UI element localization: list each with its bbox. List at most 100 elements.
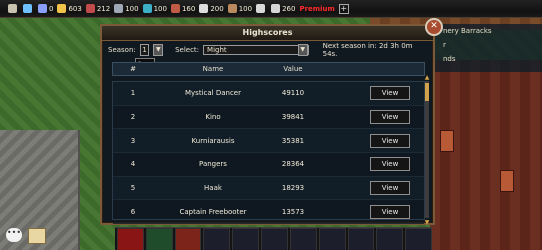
- season-label: Season:: [108, 46, 136, 54]
- resource-shield: 260: [271, 4, 295, 13]
- lightning-icon: [23, 4, 32, 13]
- resource-pick: 100: [114, 4, 139, 13]
- row-name: Mystical Dancer: [185, 89, 241, 98]
- table-row: 6 Captain Freebooter 13573 View: [113, 200, 424, 225]
- close-button[interactable]: ✕: [425, 18, 443, 36]
- x-icon: [256, 4, 266, 13]
- season-dropdown-button[interactable]: ▼: [153, 44, 164, 56]
- row-rank: 4: [130, 160, 136, 169]
- flask-icon: [38, 4, 47, 13]
- note-icon[interactable]: [28, 228, 46, 244]
- view-button[interactable]: View: [370, 133, 410, 148]
- header-value: Value: [283, 65, 303, 73]
- table-row: 5 Haak 18293 View: [113, 176, 424, 201]
- resource-value: 160: [181, 4, 196, 13]
- row-value: 49110: [281, 89, 305, 98]
- resource-value: 0: [49, 4, 54, 13]
- pick-icon: [114, 4, 124, 13]
- dialog-title: Highscores: [102, 26, 433, 41]
- book-icon: [227, 4, 237, 13]
- toolbar-slot[interactable]: [232, 228, 260, 250]
- resource-lightning: [23, 4, 34, 13]
- resource-sword: [8, 4, 19, 13]
- scroll-up-icon[interactable]: ▲: [423, 74, 431, 81]
- row-value: 35381: [281, 136, 305, 145]
- row-value: 39841: [281, 113, 305, 122]
- resource-value: 603: [68, 4, 82, 13]
- next-season-text: Next season in: 2d 3h 0m 54s.: [322, 42, 413, 58]
- view-button[interactable]: View: [370, 204, 410, 219]
- row-value: 28364: [281, 160, 305, 169]
- header-name: Name: [202, 65, 224, 73]
- highscores-dialog: Highscores ✕ Season: 1 ▼ Select: Might ▼…: [100, 18, 443, 226]
- wood-building-right: [430, 60, 542, 250]
- premium-link[interactable]: Premium: [299, 5, 334, 13]
- resource-flask: 0: [38, 4, 53, 13]
- resource-fist: 212: [85, 4, 111, 13]
- view-button[interactable]: View: [370, 157, 410, 172]
- toolbar-slot[interactable]: [203, 228, 231, 250]
- scroll-thumb[interactable]: [425, 83, 429, 101]
- view-button[interactable]: View: [370, 86, 410, 101]
- toolbar-slot[interactable]: [376, 228, 404, 250]
- resource-value: 212: [96, 4, 111, 13]
- row-rank: 1: [130, 89, 136, 98]
- table-row: 3 Kurniarausis 35381 View: [113, 129, 424, 154]
- side-item: r: [443, 41, 446, 49]
- toolbar-slot[interactable]: [117, 228, 144, 250]
- sword-icon: [8, 4, 17, 13]
- game-scene: 0 603 212 100 100 160 200 100 260 Premiu…: [0, 0, 542, 250]
- toolbar-slot[interactable]: [405, 228, 432, 250]
- row-rank: 2: [130, 113, 136, 122]
- shield-icon: [271, 4, 281, 13]
- toolbar-slot[interactable]: [174, 228, 202, 250]
- toolbar-slot[interactable]: [145, 228, 173, 250]
- card-icon: [199, 4, 209, 13]
- row-name: Pangers: [199, 160, 227, 169]
- resource-value: 100: [153, 4, 167, 13]
- row-rank: 6: [130, 207, 136, 216]
- side-item: nds: [443, 55, 456, 63]
- toolbar-slot[interactable]: [289, 228, 317, 250]
- row-value: 18293: [281, 184, 305, 193]
- view-button[interactable]: View: [370, 181, 410, 196]
- resource-value: 100: [238, 4, 253, 13]
- resource-x: [256, 4, 267, 13]
- resource-value: 260: [282, 4, 296, 13]
- chat-icon[interactable]: •••: [6, 228, 22, 242]
- table-header: # Name Value: [112, 62, 425, 76]
- table-row: 1 Mystical Dancer 49110 View: [113, 82, 424, 106]
- toolbar-slot[interactable]: [261, 228, 288, 250]
- trident-icon: [142, 4, 152, 13]
- resource-value: 200: [210, 4, 224, 13]
- header-rank: #: [130, 65, 136, 73]
- toolbar-slot[interactable]: [347, 228, 375, 250]
- category-select[interactable]: Might ▼: [203, 44, 309, 56]
- scroll-down-icon[interactable]: ▼: [423, 219, 431, 226]
- resource-book: 100: [227, 4, 253, 13]
- window: [500, 170, 514, 192]
- resource-trident: 100: [142, 4, 167, 13]
- resource-value: 100: [125, 4, 139, 13]
- row-name: Captain Freebooter: [179, 207, 247, 216]
- premium-plus-button[interactable]: +: [338, 3, 349, 14]
- resource-card: 200: [199, 4, 224, 13]
- season-select[interactable]: 1: [139, 44, 150, 56]
- view-button[interactable]: View: [370, 110, 410, 125]
- row-name: Haak: [204, 184, 222, 193]
- skull-icon: [170, 4, 180, 13]
- row-rank: 5: [130, 184, 136, 193]
- controls-row: Season: 1 ▼ Select: Might ▼ Next season …: [108, 42, 425, 58]
- resource-bar: 0 603 212 100 100 160 200 100 260 Premiu…: [0, 0, 542, 18]
- table-row: 2 Kino 39841 View: [113, 106, 424, 130]
- resource-coin: 603: [57, 4, 82, 13]
- row-name: Kino: [205, 113, 221, 122]
- resource-skull: 160: [170, 4, 196, 13]
- list-scrollbar[interactable]: ▲ ▼: [425, 74, 430, 226]
- toolbar-slot[interactable]: [318, 228, 346, 250]
- chevron-down-icon: ▼: [297, 44, 308, 56]
- fist-icon: [85, 4, 95, 13]
- category-select-value: Might: [207, 46, 227, 54]
- coin-icon: [57, 4, 67, 13]
- row-value: 13573: [281, 207, 305, 216]
